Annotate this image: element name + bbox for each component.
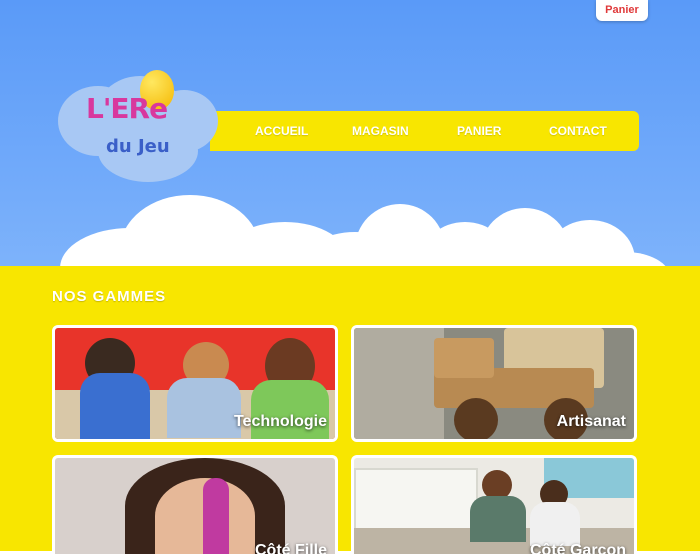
main-nav: ACCUEIL MAGASIN PANIER CONTACT: [210, 111, 639, 151]
card-artisanat[interactable]: Artisanat: [351, 325, 637, 442]
boy-figure: [530, 502, 580, 546]
nav-item-accueil[interactable]: ACCUEIL: [255, 124, 308, 138]
child-figure: [167, 378, 241, 438]
doll-figure: [203, 478, 229, 554]
nav-item-magasin[interactable]: MAGASIN: [352, 124, 409, 138]
card-label: Côté Garçon: [529, 542, 626, 554]
card-cote-garcon[interactable]: Côté Garçon: [351, 455, 637, 554]
child-figure: [80, 373, 150, 439]
wall-shape: [354, 328, 444, 439]
child-figure: [251, 380, 329, 439]
card-label: Technologie: [233, 413, 327, 430]
section-title: NOS GAMMES: [52, 288, 167, 305]
cart-tab-button[interactable]: Panier: [596, 0, 648, 21]
card-label: Artisanat: [556, 413, 626, 430]
boy-figure: [470, 496, 526, 542]
site-logo[interactable]: L'ERe du Jeu: [58, 70, 220, 186]
nav-item-contact[interactable]: CONTACT: [549, 124, 607, 138]
wooden-truck-cab: [434, 338, 494, 378]
logo-subtitle: du Jeu: [106, 136, 170, 157]
bed-shape: [354, 468, 478, 532]
card-label: Côté Fille: [254, 542, 327, 554]
logo-title: L'ERe: [86, 92, 168, 125]
wooden-wheel: [454, 398, 498, 439]
card-cote-fille[interactable]: Côté Fille: [52, 455, 338, 554]
card-technologie[interactable]: Technologie: [52, 325, 338, 442]
nav-item-panier[interactable]: PANIER: [457, 124, 501, 138]
